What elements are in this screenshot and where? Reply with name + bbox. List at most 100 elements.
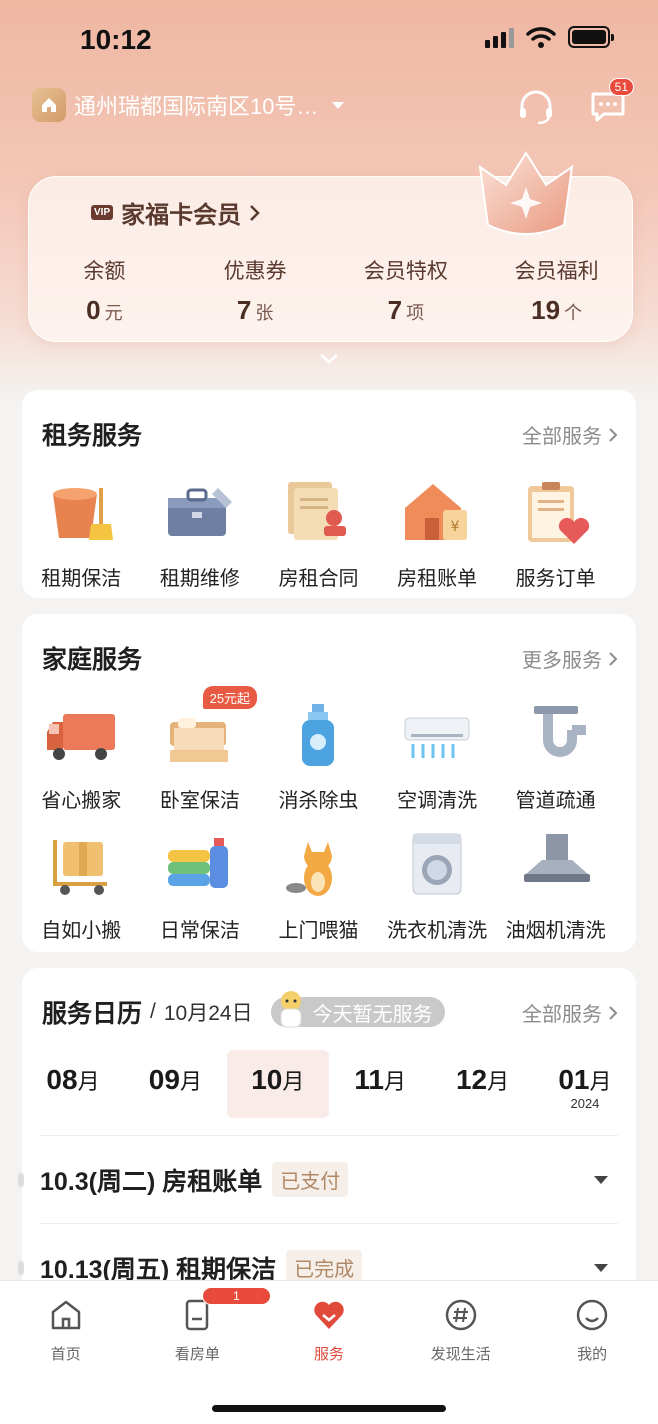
range-hood-icon bbox=[523, 834, 590, 882]
stat-benefits[interactable]: 会员福利 19 个 bbox=[481, 255, 632, 326]
service-calendar-panel: 服务日历 / 10月24日 今天暂无服务 全部服务 08月 09月 10月 11… bbox=[18, 968, 636, 1285]
month-tab[interactable]: 01月 2024 bbox=[534, 1050, 636, 1118]
stat-label: 余额 bbox=[83, 260, 126, 283]
vip-badge: VIP bbox=[91, 205, 114, 220]
month-tab[interactable]: 12月 bbox=[432, 1050, 534, 1118]
month-number: 09 bbox=[148, 1064, 180, 1095]
more-label: 全部服务 bbox=[522, 426, 602, 448]
month-tab-selected[interactable]: 10月 bbox=[226, 1050, 329, 1118]
service-pipe-unclog[interactable]: 管道疏通 bbox=[496, 696, 615, 813]
service-label: 油烟机清洗 bbox=[505, 920, 606, 942]
month-number: 08 bbox=[46, 1064, 78, 1095]
section-title: 租务服务 bbox=[42, 422, 143, 450]
month-tab[interactable]: 11月 bbox=[329, 1050, 431, 1118]
service-orders[interactable]: 服务订单 bbox=[496, 474, 615, 591]
home-services-row-1: 省心搬家 25元起 卧室保洁 消杀除虫 空调清洗 管道疏通 bbox=[22, 686, 636, 813]
chevron-right-icon bbox=[609, 427, 618, 442]
price-tag-badge: 25元起 bbox=[202, 686, 258, 709]
service-rental-cleaning[interactable]: 租期保洁 bbox=[22, 474, 141, 591]
headset-icon[interactable] bbox=[516, 86, 556, 126]
location-text: 通州瑞都国际南区10号… bbox=[74, 94, 319, 119]
bottom-tab-bar: 首页 1 看房单 服务 发现生活 我的 bbox=[0, 1280, 658, 1424]
month-year: 2024 bbox=[570, 1096, 600, 1111]
moving-truck-icon bbox=[47, 714, 116, 760]
tab-label: 看房单 bbox=[174, 1346, 220, 1363]
mascot-icon bbox=[280, 991, 302, 1028]
tab-label: 我的 bbox=[577, 1346, 608, 1363]
month-tab[interactable]: 08月 bbox=[22, 1050, 124, 1118]
caret-down-icon bbox=[594, 1263, 608, 1272]
service-label: 卧室保洁 bbox=[159, 790, 240, 812]
status-bar: 10:12 bbox=[0, 0, 658, 80]
message-button[interactable]: 51 bbox=[588, 78, 634, 126]
service-cat-feeding[interactable]: 上门喂猫 bbox=[259, 826, 378, 943]
service-rental-contract[interactable]: 房租合同 bbox=[259, 474, 378, 591]
smiley-icon bbox=[576, 1299, 608, 1331]
stat-privileges[interactable]: 会员特权 7项 bbox=[331, 255, 482, 326]
service-bedroom-cleaning[interactable]: 25元起 卧室保洁 bbox=[141, 686, 260, 813]
calendar-all-services-link[interactable]: 全部服务 bbox=[522, 998, 618, 1027]
service-moving[interactable]: 省心搬家 bbox=[22, 696, 141, 813]
all-services-link[interactable]: 全部服务 bbox=[522, 420, 618, 449]
calendar-title: 服务日历 bbox=[42, 1000, 143, 1028]
month-number: 10 bbox=[251, 1064, 283, 1095]
service-label: 上门喂猫 bbox=[278, 920, 359, 942]
service-label: 自如小搬 bbox=[41, 920, 122, 942]
month-unit: 月 bbox=[282, 1069, 305, 1094]
section-title: 家庭服务 bbox=[42, 646, 143, 674]
stat-unit: 张 bbox=[255, 303, 274, 323]
service-rent-bill[interactable]: ¥ 房租账单 bbox=[378, 474, 497, 591]
service-ac-cleaning[interactable]: 空调清洗 bbox=[378, 696, 497, 813]
calendar-separator: / bbox=[150, 1000, 156, 1023]
more-services-link[interactable]: 更多服务 bbox=[522, 644, 618, 673]
calendar-event[interactable]: 10.3(周二) 房租账单 已支付 bbox=[18, 1135, 618, 1223]
tab-viewing-list[interactable]: 1 看房单 bbox=[132, 1287, 272, 1364]
stat-value: 7 bbox=[236, 295, 252, 325]
expand-chevron-icon[interactable] bbox=[318, 352, 340, 366]
stat-value: 7 bbox=[387, 295, 403, 325]
month-unit: 月 bbox=[77, 1069, 100, 1094]
stat-unit: 元 bbox=[104, 303, 123, 323]
air-conditioner-icon bbox=[404, 717, 470, 758]
service-label: 管道疏通 bbox=[515, 790, 596, 812]
pipe-icon bbox=[533, 706, 586, 757]
caret-down-icon bbox=[594, 1175, 608, 1184]
chevron-down-icon bbox=[332, 101, 345, 109]
service-label: 租期保洁 bbox=[41, 568, 122, 590]
chevron-right-icon bbox=[609, 651, 618, 666]
message-count-badge: 51 bbox=[608, 78, 634, 96]
wifi-icon bbox=[526, 27, 556, 48]
month-tab[interactable]: 09月 bbox=[124, 1050, 226, 1118]
house-bill-icon: ¥ bbox=[405, 484, 468, 540]
more-label: 全部服务 bbox=[522, 1004, 602, 1026]
service-daily-cleaning[interactable]: 日常保洁 bbox=[141, 826, 260, 943]
member-card[interactable]: VIP 家福卡会员 余额 0元 优惠券 7张 会员特权 7项 会员福利 19 个 bbox=[28, 151, 633, 342]
spray-bottle-icon bbox=[302, 704, 335, 766]
service-hood-cleaning[interactable]: 油烟机清洗 bbox=[496, 826, 615, 943]
month-unit: 月 bbox=[179, 1069, 202, 1094]
contract-stamp-icon bbox=[288, 482, 347, 540]
no-service-text: 今天暂无服务 bbox=[312, 1003, 433, 1026]
stat-label: 会员福利 bbox=[514, 260, 599, 283]
service-small-moving[interactable]: 自如小搬 bbox=[22, 826, 141, 943]
tab-services[interactable]: 服务 bbox=[263, 1297, 395, 1364]
service-rental-repair[interactable]: 租期维修 bbox=[141, 474, 260, 591]
month-unit: 月 bbox=[383, 1069, 406, 1094]
tab-discover[interactable]: 发现生活 bbox=[395, 1297, 527, 1364]
stat-coupons[interactable]: 优惠券 7张 bbox=[180, 255, 331, 326]
home-services-panel: 家庭服务 更多服务 省心搬家 25元起 卧室保洁 消杀除虫 空调清洗 管道疏通 … bbox=[22, 614, 636, 952]
member-stats: 余额 0元 优惠券 7张 会员特权 7项 会员福利 19 个 bbox=[29, 255, 632, 326]
tab-label: 服务 bbox=[313, 1346, 344, 1363]
stat-balance[interactable]: 余额 0元 bbox=[29, 255, 180, 326]
service-pest-control[interactable]: 消杀除虫 bbox=[259, 696, 378, 813]
member-card-title[interactable]: VIP 家福卡会员 bbox=[91, 195, 261, 230]
hand-cart-icon bbox=[53, 840, 108, 895]
service-washer-cleaning[interactable]: 洗衣机清洗 bbox=[378, 826, 497, 943]
tab-profile[interactable]: 我的 bbox=[526, 1297, 658, 1364]
crown-emblem-icon bbox=[478, 151, 574, 235]
tab-home[interactable]: 首页 bbox=[0, 1297, 132, 1364]
location-selector[interactable]: 通州瑞都国际南区10号… bbox=[32, 88, 345, 122]
cellular-signal-icon bbox=[485, 26, 514, 48]
home-indicator bbox=[212, 1405, 446, 1412]
service-label: 租期维修 bbox=[159, 568, 240, 590]
